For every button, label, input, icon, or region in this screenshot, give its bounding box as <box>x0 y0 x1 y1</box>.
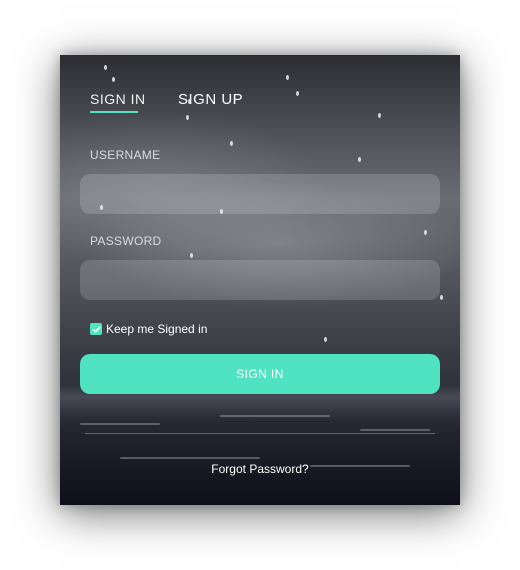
raindrop <box>440 295 443 300</box>
password-label: PASSWORD <box>90 234 162 248</box>
sign-in-button[interactable]: SIGN IN <box>80 354 440 394</box>
raindrop <box>424 230 427 235</box>
tab-sign-up[interactable]: SIGN UP <box>178 91 243 108</box>
water-ripple <box>80 423 160 425</box>
remember-me: Keep me Signed in <box>90 321 207 337</box>
water-ripple <box>120 457 260 459</box>
raindrop <box>190 253 193 258</box>
keep-signed-in-label[interactable]: Keep me Signed in <box>106 322 207 336</box>
password-input[interactable] <box>80 260 440 300</box>
raindrop <box>230 141 233 146</box>
raindrop <box>112 77 115 82</box>
keep-signed-in-checkbox[interactable] <box>90 323 102 335</box>
raindrop <box>324 337 327 342</box>
forgot-password-link[interactable]: Forgot Password? <box>60 462 460 476</box>
raindrop <box>358 157 361 162</box>
raindrop <box>186 115 189 120</box>
raindrop <box>296 91 299 96</box>
login-card: SIGN IN SIGN UP USERNAME PASSWORD Keep m… <box>60 55 460 505</box>
background-water <box>60 385 460 505</box>
tab-sign-in[interactable]: SIGN IN <box>90 91 146 107</box>
username-label: USERNAME <box>90 148 161 162</box>
check-icon <box>92 325 101 333</box>
username-input[interactable] <box>80 174 440 214</box>
raindrop <box>378 113 381 118</box>
raindrop <box>286 75 289 80</box>
water-ripple <box>360 429 430 431</box>
divider <box>85 433 435 434</box>
raindrop <box>104 65 107 70</box>
water-ripple <box>220 415 330 417</box>
active-tab-indicator <box>90 111 138 113</box>
